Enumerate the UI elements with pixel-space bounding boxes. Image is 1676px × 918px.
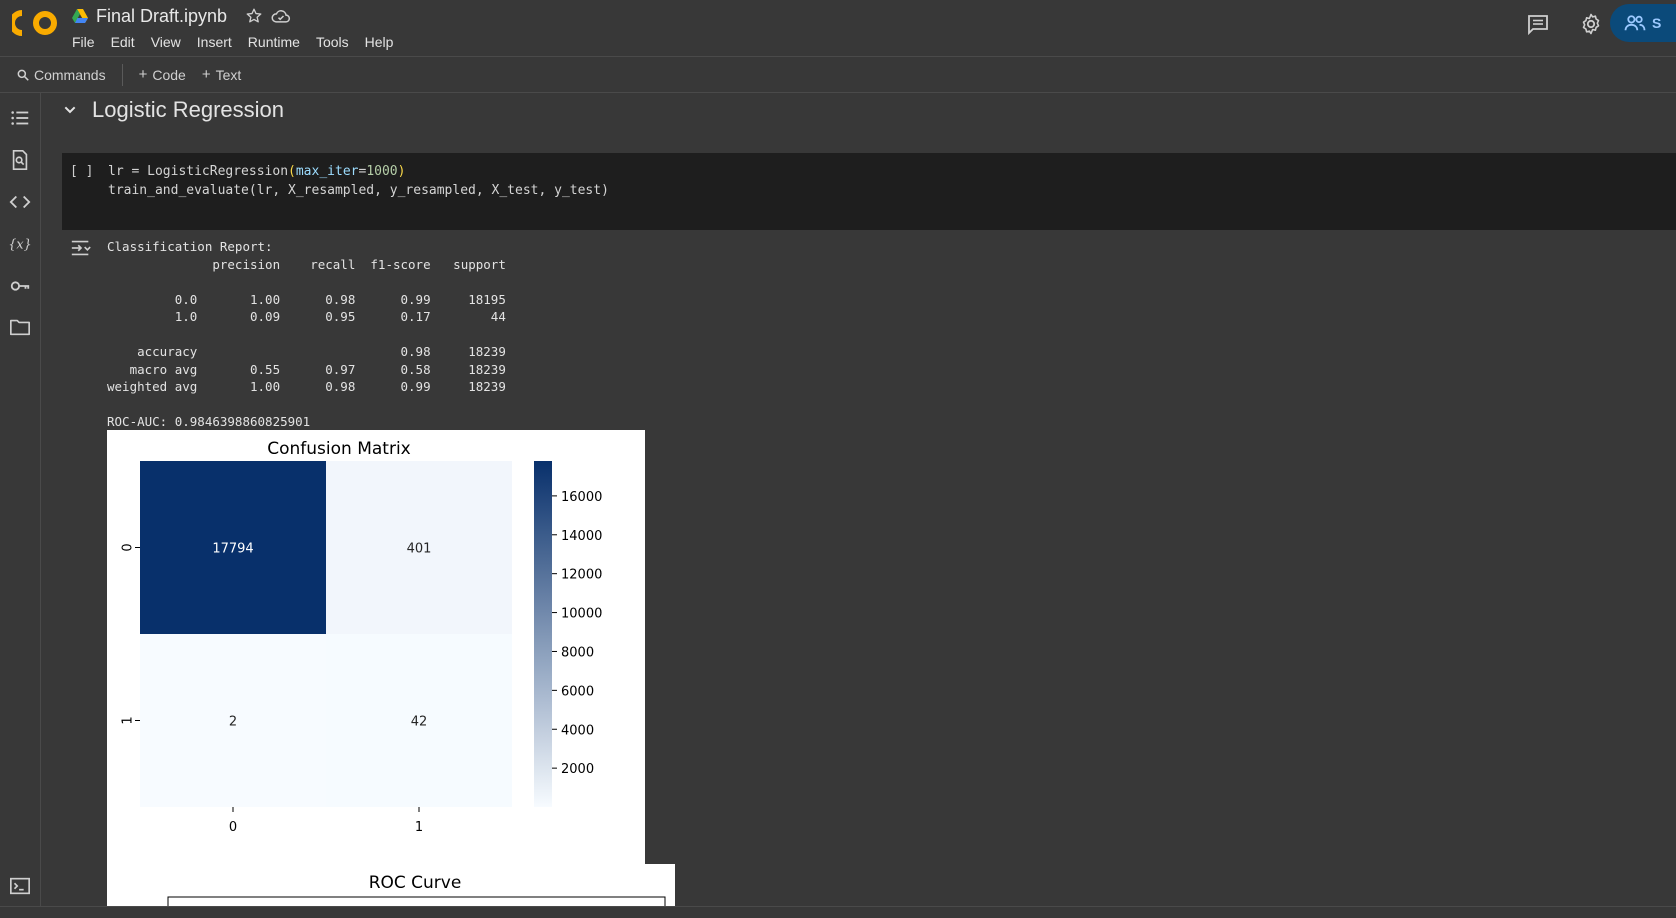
section-title: Logistic Regression [92,97,284,122]
add-code-label: Code [152,66,186,83]
code-line-1: lr = LogisticRegression(max_iter=1000) [108,164,405,179]
menu-runtime[interactable]: Runtime [240,32,308,52]
classification-report: Classification Report: precision recall … [107,239,506,429]
drive-icon [72,9,88,23]
secrets-key-icon[interactable] [9,275,31,297]
code-token: ( [288,164,296,179]
colorbar-tick-label: 6000 [561,684,594,699]
toolbar-divider [121,63,123,86]
code-token: ) [397,164,406,179]
menu-view[interactable]: View [143,32,189,52]
chart-title: Confusion Matrix [267,439,411,459]
cloud-saved-icon[interactable] [271,7,291,25]
code-token: 1000 [366,164,398,179]
colorbar-tick-label: 16000 [561,490,602,505]
chevron-down-icon[interactable] [62,102,78,118]
code-token: = [123,164,148,179]
add-text-label: Text [215,66,242,83]
cell-value-label: 17794 [212,542,253,557]
colorbar-tick-label: 8000 [561,645,594,660]
confusion-matrix-plot: Confusion Matrix 17794 401 2 42 0 1 0 1 2000 40… [107,430,645,864]
code-snippets-icon[interactable] [9,191,31,213]
variables-icon[interactable]: {x} [9,233,31,255]
code-token: lr [108,164,124,179]
share-label: S [1652,15,1662,31]
code-token: LogisticRegression [147,164,289,179]
colorbar-tick-label: 4000 [561,723,594,738]
code-token: max_iter [295,164,359,179]
star-icon[interactable] [245,7,263,25]
y-tick-label: 0 [121,543,136,551]
confusion-matrix-svg: Confusion Matrix 17794 401 2 42 0 1 0 1 2000 40… [121,439,603,835]
table-of-contents-icon[interactable] [9,107,31,129]
section-header[interactable]: Logistic Regression [62,97,284,123]
files-folder-icon[interactable] [9,316,31,338]
output-actions-icon[interactable] [70,238,92,258]
notebook-title[interactable]: Final Draft.ipynb [96,6,227,27]
menu-tools[interactable]: Tools [308,32,357,52]
commands-button[interactable]: Commands [8,67,114,83]
x-tick-label: 1 [415,820,423,835]
plus-icon: + [201,66,211,83]
notebook-toolbar: Commands + Code + Text [0,57,1676,93]
colorbar-tick-label: 10000 [561,607,602,622]
colorbar-tick-label: 2000 [561,762,594,777]
add-code-button[interactable]: + Code [131,66,194,83]
settings-gear-icon[interactable] [1579,12,1603,36]
code-token: (lr, X_resampled, y_resampled, X_test, y… [248,183,609,198]
cell-value-label: 401 [407,542,432,557]
svg-text:{x}: {x} [9,238,31,253]
left-sidebar: {x} [0,93,41,913]
search-icon [17,69,29,81]
add-text-button[interactable]: + Text [194,66,249,83]
menu-edit[interactable]: Edit [103,32,143,52]
colorbar-tick-label: 12000 [561,568,602,583]
app-header: Final Draft.ipynb File Edit View Insert … [0,0,1676,57]
menu-insert[interactable]: Insert [189,32,240,52]
terminal-icon[interactable] [9,876,31,896]
commands-label: Commands [34,66,106,83]
share-button[interactable]: S [1610,4,1676,42]
title-row: Final Draft.ipynb [72,4,291,28]
code-token: train_and_evaluate [108,183,249,198]
people-icon [1624,15,1646,31]
menu-help[interactable]: Help [357,32,402,52]
find-replace-icon[interactable] [9,149,31,171]
menu-file[interactable]: File [64,32,103,52]
cell-value-label: 42 [411,715,428,730]
y-tick-label: 1 [121,716,136,724]
plus-icon: + [138,66,148,83]
colorbar-tick-label: 14000 [561,529,602,544]
code-line-2: train_and_evaluate(lr, X_resampled, y_re… [108,183,609,198]
comments-icon[interactable] [1526,12,1550,36]
x-tick-label: 0 [229,820,237,835]
colorbar [534,461,552,807]
colab-logo[interactable] [12,8,58,38]
chart-title: ROC Curve [369,873,462,893]
run-cell-indicator[interactable]: [ ] [70,164,93,179]
cell-value-label: 2 [229,715,237,730]
menu-bar: File Edit View Insert Runtime Tools Help [64,32,401,52]
code-cell[interactable]: [ ] lr = LogisticRegression(max_iter=100… [62,153,1676,230]
